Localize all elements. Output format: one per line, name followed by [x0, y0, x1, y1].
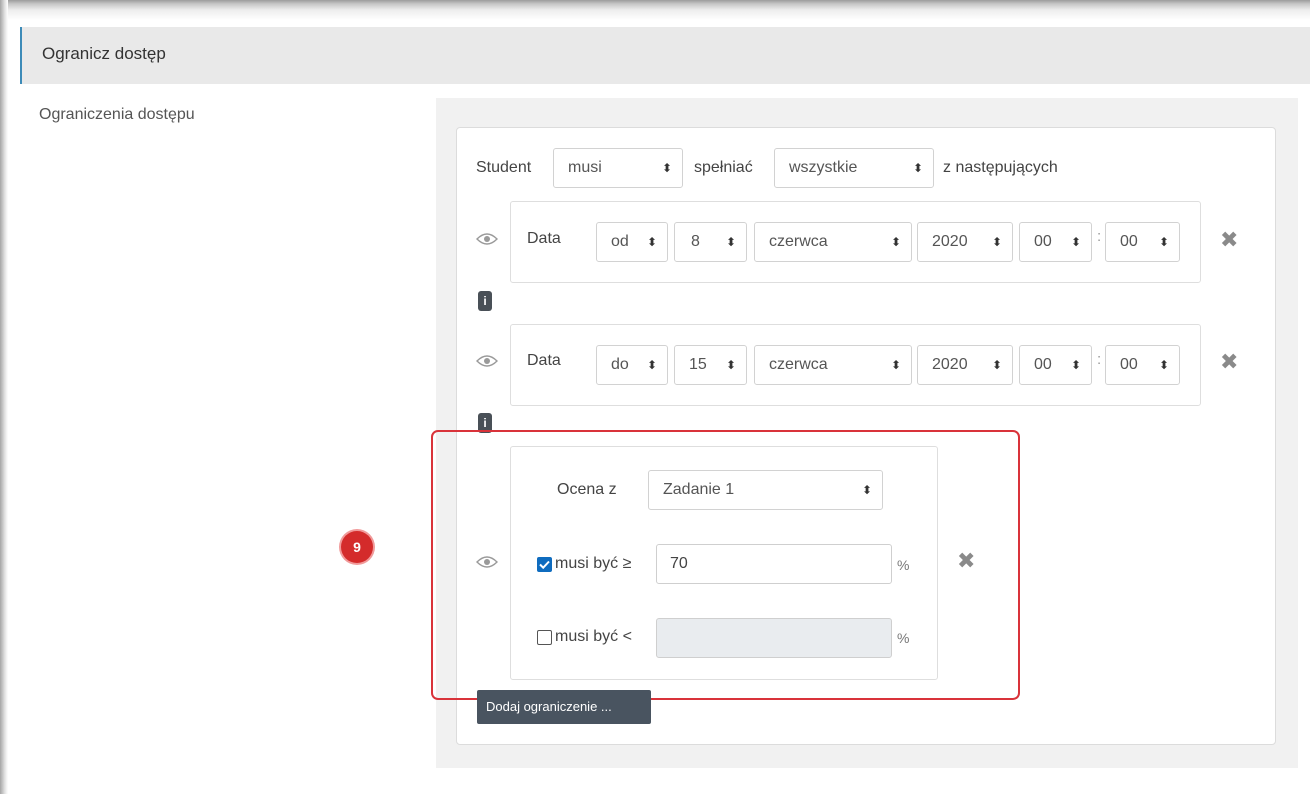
must-select[interactable]: musi ⬍	[553, 148, 683, 188]
year-value: 2020	[932, 356, 968, 373]
condition-type-label: Data	[527, 230, 561, 247]
scope-select-value: wszystkie	[789, 159, 858, 176]
scope-select[interactable]: wszystkie ⬍	[774, 148, 934, 188]
select-arrow-icon: ⬍	[1070, 358, 1081, 372]
section-header[interactable]: Ogranicz dostęp	[20, 27, 1310, 84]
rule-verb: spełniać	[694, 159, 753, 176]
remove-condition-icon[interactable]: ✖	[1220, 229, 1238, 251]
direction-select[interactable]: od ⬍	[596, 222, 668, 262]
date-condition-from: Data od ⬍ 8 ⬍ czerwca ⬍ 2020 ⬍ 00 ⬍ : 00…	[510, 201, 1201, 283]
month-select[interactable]: czerwca ⬍	[754, 345, 912, 385]
select-arrow-icon: ⬍	[991, 235, 1002, 249]
hour-select[interactable]: 00 ⬍	[1019, 222, 1092, 262]
select-arrow-icon: ⬍	[890, 235, 901, 249]
minute-value: 00	[1120, 233, 1138, 250]
day-value: 15	[689, 356, 707, 373]
day-value: 8	[691, 233, 700, 250]
select-arrow-icon: ⬍	[991, 358, 1002, 372]
year-select[interactable]: 2020 ⬍	[917, 222, 1013, 262]
month-select[interactable]: czerwca ⬍	[754, 222, 912, 262]
add-restriction-button[interactable]: Dodaj ograniczenie ...	[477, 690, 651, 724]
window-frame-top	[0, 0, 1310, 20]
year-select[interactable]: 2020 ⬍	[917, 345, 1013, 385]
minute-select[interactable]: 00 ⬍	[1105, 222, 1180, 262]
hour-select[interactable]: 00 ⬍	[1019, 345, 1092, 385]
day-select[interactable]: 8 ⬍	[674, 222, 747, 262]
select-arrow-icon: ⬍	[1070, 235, 1081, 249]
select-arrow-icon: ⬍	[661, 161, 672, 175]
select-arrow-icon: ⬍	[912, 161, 923, 175]
section-title: Ogranicz dostęp	[42, 44, 166, 63]
hour-value: 00	[1034, 356, 1052, 373]
direction-value: od	[611, 233, 629, 250]
minute-value: 00	[1120, 356, 1138, 373]
field-label: Ograniczenia dostępu	[39, 106, 195, 123]
window-frame-left	[0, 0, 8, 794]
time-separator: :	[1097, 351, 1102, 368]
select-arrow-icon: ⬍	[646, 358, 657, 372]
select-arrow-icon: ⬍	[646, 235, 657, 249]
time-separator: :	[1097, 228, 1102, 245]
minute-select[interactable]: 00 ⬍	[1105, 345, 1180, 385]
condition-type-label: Data	[527, 352, 561, 369]
select-arrow-icon: ⬍	[890, 358, 901, 372]
direction-value: do	[611, 356, 629, 373]
annotation-step-badge: 9	[341, 531, 373, 563]
info-icon[interactable]: i	[478, 291, 492, 311]
annotation-highlight-box	[431, 430, 1020, 700]
year-value: 2020	[932, 233, 968, 250]
rule-suffix: z następujących	[943, 159, 1058, 176]
day-select[interactable]: 15 ⬍	[674, 345, 747, 385]
eye-icon[interactable]	[476, 232, 498, 246]
remove-condition-icon[interactable]: ✖	[1220, 351, 1238, 373]
must-select-value: musi	[568, 159, 602, 176]
month-value: czerwca	[769, 356, 828, 373]
month-value: czerwca	[769, 233, 828, 250]
date-condition-to: Data do ⬍ 15 ⬍ czerwca ⬍ 2020 ⬍ 00 ⬍ : 0…	[510, 324, 1201, 406]
select-arrow-icon: ⬍	[1158, 235, 1169, 249]
select-arrow-icon: ⬍	[725, 235, 736, 249]
select-arrow-icon: ⬍	[1158, 358, 1169, 372]
hour-value: 00	[1034, 233, 1052, 250]
rule-subject: Student	[476, 159, 532, 176]
direction-select[interactable]: do ⬍	[596, 345, 668, 385]
select-arrow-icon: ⬍	[725, 358, 736, 372]
eye-icon[interactable]	[476, 354, 498, 368]
